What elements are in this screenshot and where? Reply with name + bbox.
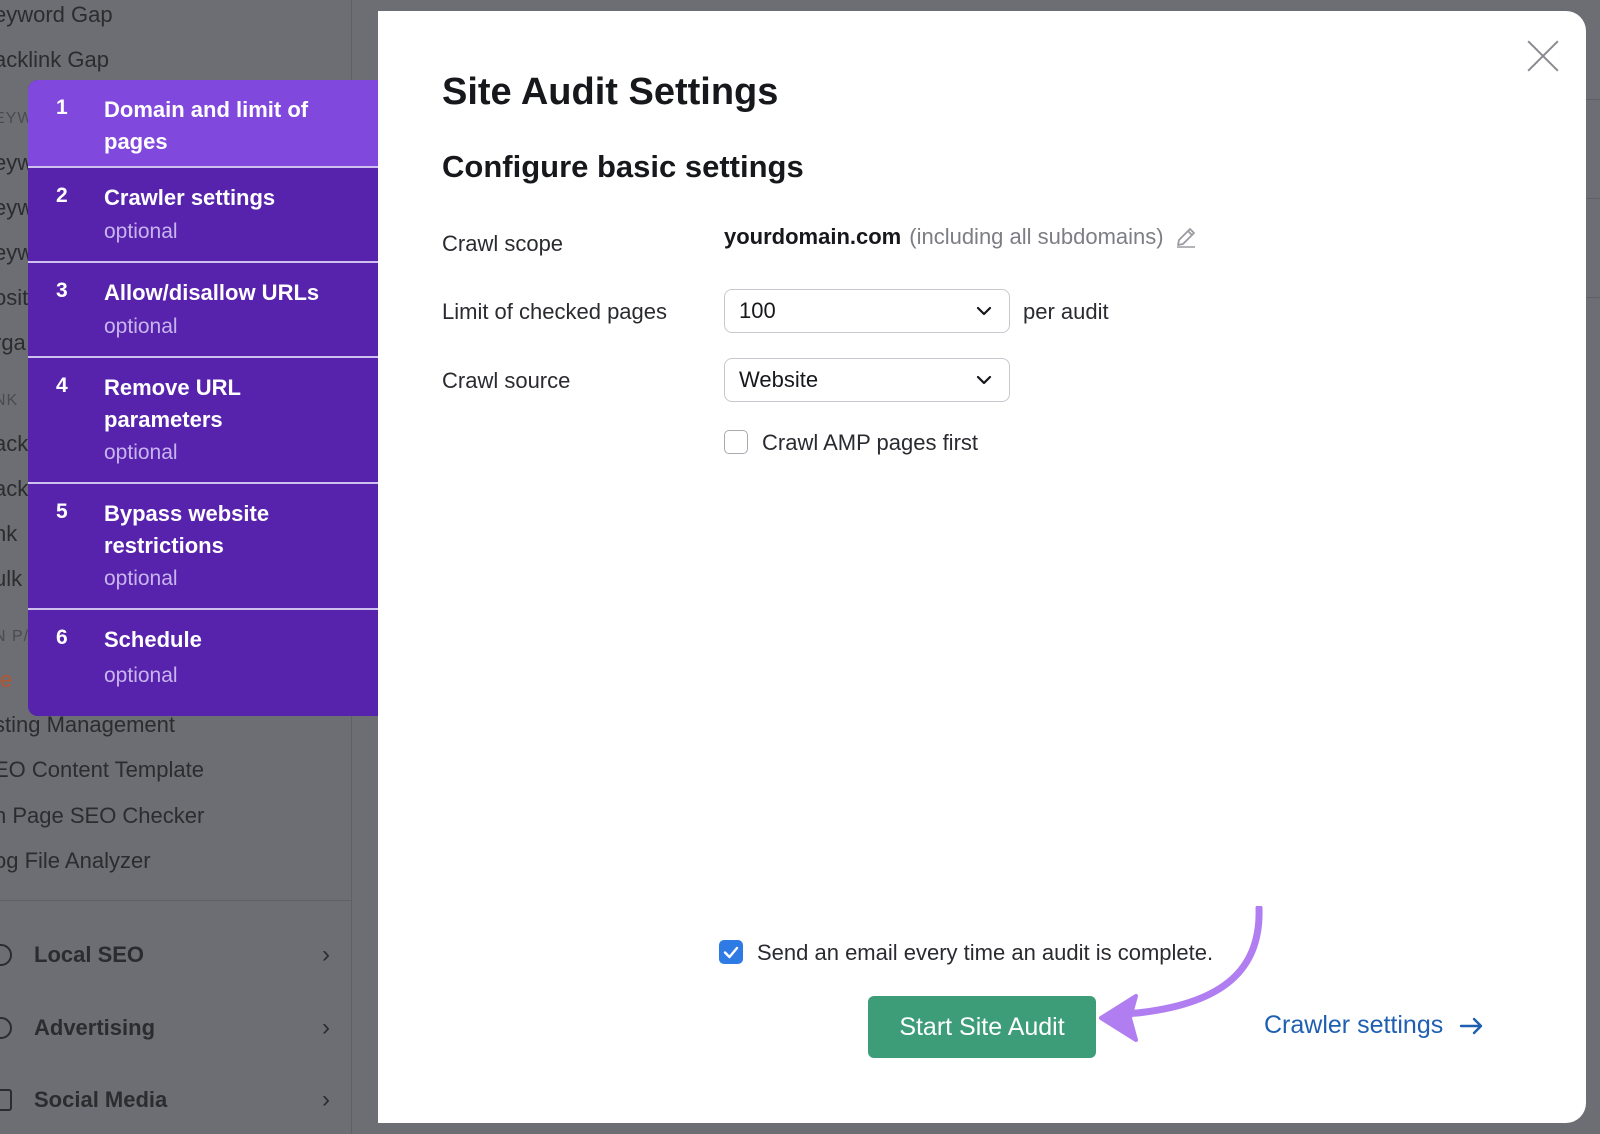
start-site-audit-button[interactable]: Start Site Audit bbox=[868, 996, 1096, 1058]
crawl-source-label: Crawl source bbox=[442, 368, 571, 393]
step-domain-limit[interactable]: 1 Domain and limit of pages bbox=[28, 80, 378, 168]
chevron-right-icon: › bbox=[322, 1086, 330, 1113]
advertising-icon bbox=[0, 1017, 12, 1039]
per-audit-label: per audit bbox=[1023, 299, 1109, 324]
step-title: Crawler settings bbox=[104, 185, 276, 210]
email-notify-label: Send an email every time an audit is com… bbox=[757, 940, 1214, 965]
bg-menu-item-active: te bbox=[0, 667, 13, 692]
crawl-amp-checkbox[interactable] bbox=[724, 430, 748, 454]
step-title: Domain and limit of pages bbox=[104, 97, 309, 154]
arrow-right-icon bbox=[1460, 1017, 1483, 1034]
limit-pages-select[interactable]: 100 bbox=[724, 289, 1010, 333]
section-heading: Configure basic settings bbox=[442, 149, 804, 184]
bg-menu-item: eyword Gap bbox=[0, 2, 113, 27]
bg-menu-item: acklink Gap bbox=[0, 47, 109, 72]
step-number: 3 bbox=[56, 279, 68, 302]
step-optional-label: optional bbox=[104, 567, 178, 590]
step-remove-url-parameters[interactable]: 4 Remove URL parameters optional bbox=[28, 358, 378, 484]
settings-steps-panel: 1 Domain and limit of pages 2 Crawler se… bbox=[28, 80, 378, 716]
bg-menu-item: osit bbox=[0, 285, 29, 310]
crawl-source-select[interactable]: Website bbox=[724, 358, 1010, 402]
step-optional-label: optional bbox=[104, 315, 178, 338]
domain-text: yourdomain.com bbox=[724, 224, 902, 249]
chevron-down-icon bbox=[976, 306, 992, 316]
crawl-scope-label: Crawl scope bbox=[442, 231, 564, 256]
step-title: Allow/disallow URLs bbox=[104, 280, 320, 305]
bg-nav-advertising: Advertising › bbox=[0, 1008, 330, 1048]
step-optional-label: optional bbox=[104, 441, 178, 464]
email-notify-checkbox[interactable] bbox=[719, 940, 743, 964]
step-crawler-settings[interactable]: 2 Crawler settings optional bbox=[28, 168, 378, 263]
bg-menu-item: EO Content Template bbox=[0, 757, 204, 782]
step-bypass-restrictions[interactable]: 5 Bypass website restrictions optional bbox=[28, 484, 378, 610]
modal-title: Site Audit Settings bbox=[442, 71, 779, 113]
bg-divider bbox=[0, 900, 352, 901]
crawl-source-value: Website bbox=[739, 367, 819, 392]
step-optional-label: optional bbox=[104, 664, 178, 687]
social-media-icon bbox=[0, 1089, 12, 1111]
crawl-scope-value: yourdomain.com (including all subdomains… bbox=[724, 224, 1198, 250]
step-title: Schedule bbox=[104, 627, 202, 652]
step-number: 2 bbox=[56, 184, 68, 207]
step-optional-label: optional bbox=[104, 220, 178, 243]
bg-nav-social-media: Social Media › bbox=[0, 1080, 330, 1120]
step-number: 1 bbox=[56, 96, 68, 119]
step-title: Remove URL parameters bbox=[104, 375, 241, 432]
pencil-icon[interactable] bbox=[1174, 225, 1198, 249]
annotation-arrow-icon bbox=[1099, 906, 1263, 1042]
bg-section-label: N P/ bbox=[0, 628, 30, 645]
step-number: 4 bbox=[56, 374, 68, 397]
bg-menu-item: og File Analyzer bbox=[0, 848, 151, 873]
step-schedule[interactable]: 6 Schedule optional bbox=[28, 610, 378, 716]
close-icon[interactable] bbox=[1526, 39, 1560, 73]
bg-menu-item: n Page SEO Checker bbox=[0, 803, 205, 828]
crawler-settings-link[interactable]: Crawler settings bbox=[1264, 1011, 1485, 1040]
bg-menu-item: rga bbox=[0, 330, 26, 355]
bg-menu-item: ack bbox=[0, 476, 29, 501]
chevron-right-icon: › bbox=[322, 941, 330, 968]
bg-nav-local-seo: Local SEO › bbox=[0, 935, 330, 975]
step-title: Bypass website restrictions bbox=[104, 501, 270, 558]
location-icon bbox=[0, 944, 12, 966]
step-allow-disallow-urls[interactable]: 3 Allow/disallow URLs optional bbox=[28, 263, 378, 358]
check-icon bbox=[723, 946, 739, 959]
bg-menu-item: ulk bbox=[0, 566, 23, 591]
site-audit-settings-modal: Site Audit Settings Configure basic sett… bbox=[378, 11, 1586, 1123]
limit-pages-label: Limit of checked pages bbox=[442, 299, 668, 324]
crawl-amp-label: Crawl AMP pages first bbox=[762, 430, 979, 455]
chevron-right-icon: › bbox=[322, 1014, 330, 1041]
bg-menu-item: ack bbox=[0, 431, 29, 456]
crawler-settings-link-label: Crawler settings bbox=[1264, 1011, 1444, 1039]
bg-section-label: NK bbox=[0, 392, 19, 409]
step-number: 5 bbox=[56, 500, 68, 523]
domain-note: (including all subdomains) bbox=[909, 224, 1164, 249]
step-number: 6 bbox=[56, 626, 68, 649]
chevron-down-icon bbox=[976, 375, 992, 385]
bg-menu-item: nk bbox=[0, 521, 18, 546]
limit-pages-value: 100 bbox=[739, 298, 776, 323]
